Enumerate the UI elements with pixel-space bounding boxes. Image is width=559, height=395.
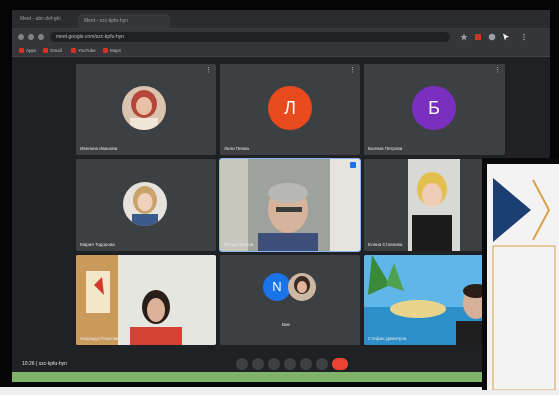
speaking-indicator-icon bbox=[350, 162, 356, 168]
profile-icon[interactable] bbox=[488, 33, 496, 41]
taskbar bbox=[12, 372, 550, 382]
participant-tile[interactable]: N Вие bbox=[220, 255, 360, 345]
avatar bbox=[288, 273, 316, 301]
arrow-icon bbox=[492, 178, 556, 391]
participant-tile[interactable]: Мария Тодорова bbox=[76, 159, 216, 251]
browser-window: Meet - abc-def-ghi Meet - szc-kpfu-hyn m… bbox=[12, 10, 550, 382]
extension-icon[interactable] bbox=[474, 33, 482, 41]
bookmark-maps[interactable]: Maps bbox=[102, 47, 121, 54]
bookmarks-bar: Apps Gmail YouTube Maps bbox=[12, 45, 550, 57]
more-icon[interactable] bbox=[316, 358, 328, 370]
reload-icon[interactable] bbox=[38, 34, 44, 40]
participant-video bbox=[220, 159, 360, 251]
bookmark-youtube[interactable]: YouTube bbox=[70, 47, 96, 54]
bookmark-apps[interactable]: Apps bbox=[18, 47, 36, 54]
address-bar: meet.google.com/szc-kpfu-hyn bbox=[12, 29, 550, 45]
participant-tile[interactable]: ⋮ Ивелина Иванова bbox=[76, 64, 216, 155]
hang-up-button[interactable] bbox=[332, 358, 348, 370]
avatar bbox=[122, 86, 166, 130]
star-icon[interactable] bbox=[460, 33, 468, 41]
raise-hand-icon[interactable] bbox=[284, 358, 296, 370]
participant-name: Стефан Димитров bbox=[368, 336, 407, 341]
inactive-tab[interactable]: Meet - abc-def-ghi bbox=[20, 16, 61, 22]
participant-name: Надежда Рашкова bbox=[80, 336, 119, 341]
microphone-icon[interactable] bbox=[236, 358, 248, 370]
more-options-icon[interactable]: ⋮ bbox=[349, 67, 356, 74]
camera-icon[interactable] bbox=[252, 358, 264, 370]
forward-icon[interactable] bbox=[28, 34, 34, 40]
participant-tile[interactable]: ⋮ Л Лили Пеева bbox=[220, 64, 360, 155]
meeting-info: 10:26 | szc-kpfu-hyn bbox=[22, 361, 67, 367]
participant-tile[interactable]: Надежда Рашкова bbox=[76, 255, 216, 345]
participant-name: Вие bbox=[282, 322, 291, 327]
participant-name: Петър Петров bbox=[224, 242, 254, 247]
menu-icon[interactable] bbox=[520, 33, 528, 41]
active-tab[interactable]: Meet - szc-kpfu-hyn bbox=[78, 14, 170, 28]
participant-name: Ивелина Иванова bbox=[80, 146, 118, 151]
avatar: Б bbox=[412, 86, 456, 130]
captions-icon[interactable] bbox=[268, 358, 280, 370]
present-icon[interactable] bbox=[300, 358, 312, 370]
cursor-icon bbox=[503, 33, 509, 41]
url-input[interactable]: meet.google.com/szc-kpfu-hyn bbox=[50, 32, 450, 42]
decorative-card bbox=[482, 158, 559, 391]
participant-name: Биляна Петрова bbox=[368, 146, 403, 151]
bookmark-gmail[interactable]: Gmail bbox=[42, 47, 62, 54]
participant-tile[interactable]: ⋮ Б Биляна Петрова bbox=[364, 64, 505, 155]
participant-video bbox=[76, 255, 216, 345]
card-panel bbox=[487, 164, 559, 391]
avatar: Л bbox=[268, 86, 312, 130]
participant-name: Лили Пеева bbox=[224, 146, 249, 151]
avatar: N bbox=[263, 273, 291, 301]
participant-name: Елена Стоянова bbox=[368, 242, 403, 247]
participant-name: Мария Тодорова bbox=[80, 242, 115, 247]
meet-video-grid: ⋮ Ивелина Иванова ⋮ Л Лили Пеева ⋮ Б Бил… bbox=[12, 57, 550, 382]
participant-tile[interactable]: Петър Петров bbox=[219, 158, 361, 252]
avatar bbox=[123, 182, 167, 226]
more-options-icon[interactable]: ⋮ bbox=[494, 67, 501, 74]
tab-strip: Meet - abc-def-ghi Meet - szc-kpfu-hyn bbox=[12, 10, 550, 29]
back-icon[interactable] bbox=[18, 34, 24, 40]
more-options-icon[interactable]: ⋮ bbox=[205, 67, 212, 74]
